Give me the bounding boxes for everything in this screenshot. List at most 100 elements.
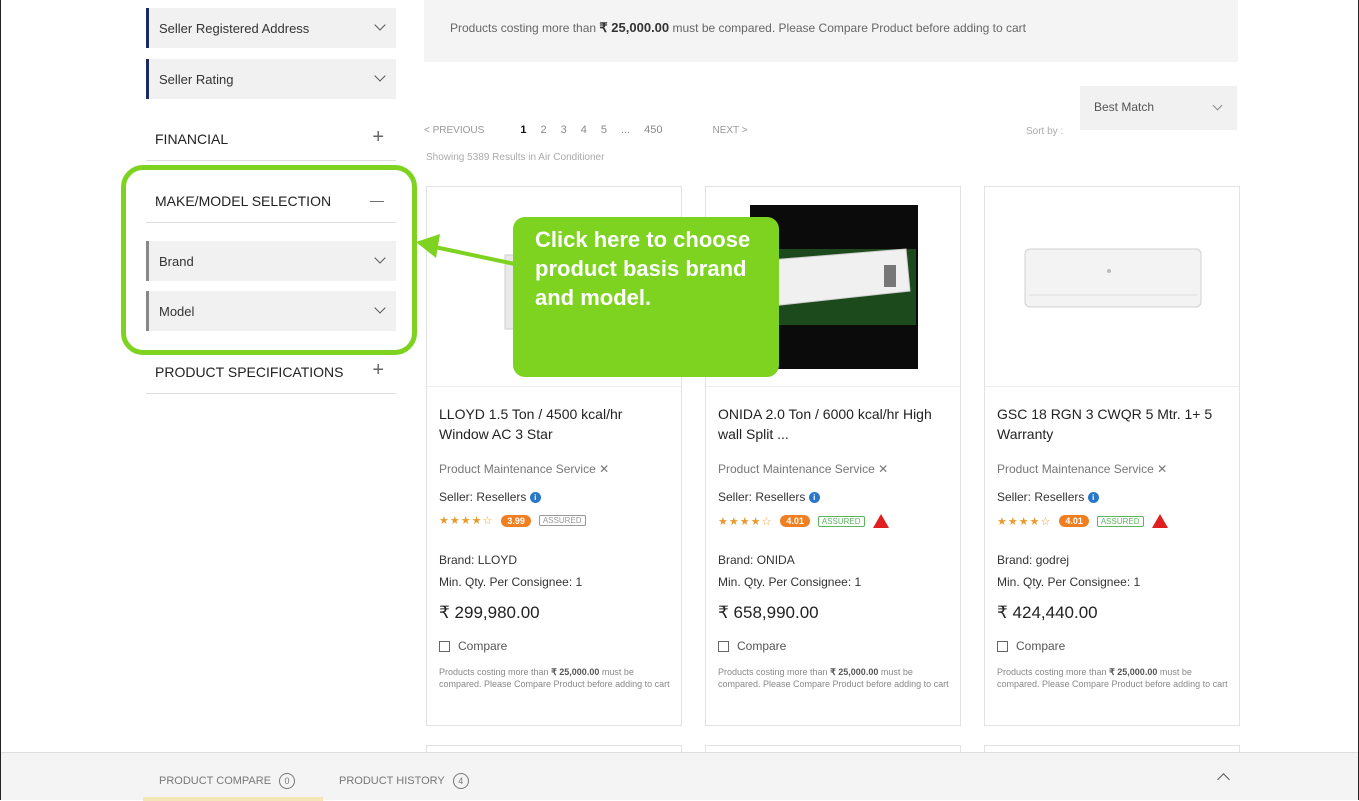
compare-checkbox[interactable]: Compare: [997, 639, 1065, 653]
notice-prefix: Products costing more than: [450, 21, 600, 35]
sort-select[interactable]: Best Match: [1080, 86, 1237, 130]
product-compare-label: PRODUCT COMPARE: [159, 775, 272, 787]
seller-info[interactable]: Seller: Resellers i: [439, 490, 541, 504]
product-history-label: PRODUCT HISTORY: [339, 775, 445, 787]
assured-badge: ASSURED: [538, 515, 586, 526]
callout-bubble: Click here to choose product basis brand…: [513, 217, 779, 377]
service-label: Product Maintenance Service ✕: [718, 462, 888, 476]
tools-icon: ✕: [1157, 462, 1168, 476]
page-ellipsis: ...: [620, 124, 631, 136]
product-compare-tab[interactable]: PRODUCT COMPARE 0: [159, 773, 296, 789]
product-title[interactable]: GSC 18 RGN 3 CWQR 5 Mtr. 1+ 5 Warranty: [997, 404, 1229, 444]
page-link[interactable]: 1: [520, 124, 526, 136]
chevron-down-icon: [1212, 100, 1223, 111]
product-price: ₹ 424,440.00: [997, 603, 1098, 622]
compare-checkbox[interactable]: Compare: [439, 639, 507, 653]
warning-icon[interactable]: [1151, 514, 1168, 528]
compare-label: Compare: [737, 639, 787, 653]
product-brand: Brand: LLOYD: [439, 553, 518, 567]
results-count: Showing 5389 Results in Air Conditioner: [426, 152, 605, 163]
prev-link[interactable]: < PREVIOUS: [424, 125, 484, 136]
info-icon[interactable]: i: [529, 492, 541, 504]
filter-label: Seller Registered Address: [159, 20, 310, 36]
rating-badge: 4.01: [1059, 515, 1089, 527]
section-product-specifications[interactable]: PRODUCT SPECIFICATIONS +: [146, 350, 396, 394]
seller-text: Seller: Resellers: [997, 490, 1085, 504]
bottom-bar: PRODUCT COMPARE 0 PRODUCT HISTORY 4: [1, 752, 1358, 801]
compare-label: Compare: [1016, 639, 1066, 653]
note-amount: ₹ 25,000.00: [551, 667, 600, 677]
seller-text: Seller: Resellers: [718, 490, 806, 504]
seller-text: Seller: Resellers: [439, 490, 527, 504]
product-price: ₹ 299,980.00: [439, 603, 540, 622]
compare-notice: Products costing more than ₹ 25,000.00 m…: [424, 0, 1238, 62]
next-link[interactable]: NEXT >: [712, 125, 747, 136]
star-rating: ★★★★☆: [718, 515, 773, 528]
checkbox-icon[interactable]: [439, 640, 450, 652]
assured-badge: ASSURED: [1096, 515, 1144, 527]
page-link[interactable]: 450: [644, 124, 662, 136]
product-price: ₹ 658,990.00: [718, 603, 819, 622]
tools-icon: ✕: [878, 462, 889, 476]
seller-info[interactable]: Seller: Resellers i: [718, 490, 820, 504]
product-title[interactable]: ONIDA 2.0 Ton / 6000 kcal/hr High wall S…: [718, 404, 950, 444]
info-icon[interactable]: i: [1087, 492, 1099, 504]
page-link[interactable]: 5: [601, 124, 607, 136]
rating-row: ★★★★☆ 4.01 ASSURED: [997, 514, 1168, 528]
plus-icon: +: [372, 359, 384, 381]
note-prefix: Products costing more than: [439, 667, 552, 677]
note-amount: ₹ 25,000.00: [830, 667, 879, 677]
warning-icon[interactable]: [872, 514, 889, 528]
note-prefix: Products costing more than: [997, 667, 1110, 677]
product-history-tab[interactable]: PRODUCT HISTORY 4: [339, 773, 469, 789]
filter-label: Seller Rating: [159, 71, 234, 87]
notice-suffix: must be compared. Please Compare Product…: [669, 21, 1026, 35]
active-tab-underline: [143, 797, 323, 801]
arrow-head-icon: [416, 234, 440, 258]
service-text: Product Maintenance Service: [997, 462, 1154, 476]
checkbox-icon[interactable]: [997, 640, 1008, 652]
sort-value: Best Match: [1094, 100, 1155, 114]
filter-seller-rating[interactable]: Seller Rating: [146, 59, 396, 99]
seller-info[interactable]: Seller: Resellers i: [997, 490, 1099, 504]
min-qty: Min. Qty. Per Consignee: 1: [718, 575, 862, 589]
chevron-down-icon: [374, 70, 386, 82]
service-label: Product Maintenance Service ✕: [997, 462, 1167, 476]
note-amount: ₹ 25,000.00: [1109, 667, 1158, 677]
compare-checkbox[interactable]: Compare: [718, 639, 786, 653]
rating-row: ★★★★☆ 3.99 ASSURED: [439, 514, 586, 527]
section-label: FINANCIAL: [155, 130, 229, 147]
product-title[interactable]: LLOYD 1.5 Ton / 4500 kcal/hr Window AC 3…: [439, 404, 671, 444]
compare-label: Compare: [458, 639, 508, 653]
section-label: PRODUCT SPECIFICATIONS: [155, 363, 344, 380]
split-ac-image: [1024, 248, 1202, 308]
assured-badge: ASSURED: [817, 515, 865, 527]
product-brand: Brand: ONIDA: [718, 553, 795, 567]
info-icon[interactable]: i: [808, 492, 820, 504]
min-qty: Min. Qty. Per Consignee: 1: [439, 575, 583, 589]
rating-badge: 3.99: [501, 514, 531, 527]
page-link[interactable]: 2: [540, 124, 546, 136]
section-financial[interactable]: FINANCIAL +: [146, 117, 396, 161]
filter-seller-registered-address[interactable]: Seller Registered Address: [146, 8, 396, 48]
min-qty: Min. Qty. Per Consignee: 1: [997, 575, 1141, 589]
service-text: Product Maintenance Service: [718, 462, 875, 476]
page-link[interactable]: 3: [561, 124, 567, 136]
note-prefix: Products costing more than: [718, 667, 831, 677]
pagination: < PREVIOUS 1 2 3 4 5 ... 450 NEXT >: [424, 124, 748, 136]
page-link[interactable]: 4: [581, 124, 587, 136]
product-card[interactable]: GSC 18 RGN 3 CWQR 5 Mtr. 1+ 5 Warranty P…: [984, 186, 1240, 726]
highlight-box: [121, 165, 417, 355]
compare-note: Products costing more than ₹ 25,000.00 m…: [439, 666, 673, 690]
star-rating: ★★★★☆: [439, 515, 494, 527]
product-brand: Brand: godrej: [997, 553, 1070, 567]
history-count-badge: 4: [452, 773, 469, 789]
compare-count-badge: 0: [279, 773, 296, 789]
checkbox-icon[interactable]: [718, 640, 729, 652]
tools-icon: ✕: [599, 462, 610, 476]
chevron-down-icon: [374, 19, 386, 31]
rating-badge: 4.01: [780, 515, 810, 527]
compare-note: Products costing more than ₹ 25,000.00 m…: [997, 666, 1231, 690]
chevron-up-icon[interactable]: [1217, 773, 1230, 786]
product-image[interactable]: [985, 187, 1239, 387]
